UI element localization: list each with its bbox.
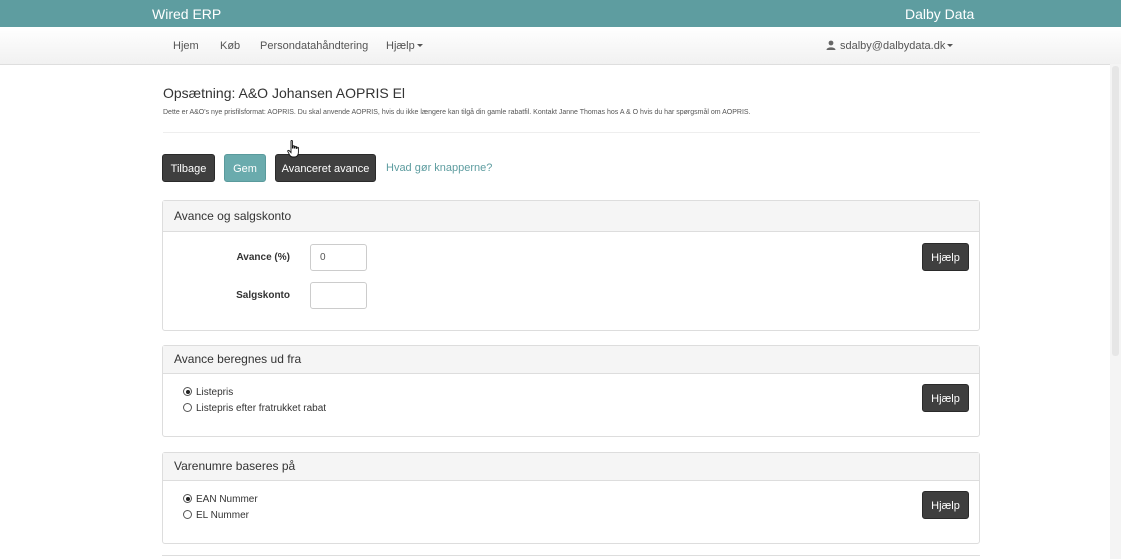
markup-input[interactable]: [310, 244, 367, 271]
radio-label: Listepris efter fratrukket rabat: [196, 403, 327, 414]
radio-el-number[interactable]: EL Nummer: [183, 510, 249, 521]
back-button[interactable]: Tilbage: [162, 154, 215, 182]
item-numbers-panel: Varenumre baseres på EAN Nummer EL Numme…: [162, 452, 980, 544]
advanced-markup-button[interactable]: Avanceret avance: [275, 154, 376, 182]
markup-basis-heading: Avance beregnes ud fra: [163, 346, 979, 374]
user-menu[interactable]: sdalby@dalbydata.dk: [826, 40, 954, 52]
item-numbers-help-button[interactable]: Hjælp: [922, 491, 969, 519]
item-numbers-heading: Varenumre baseres på: [163, 453, 979, 481]
page-description: Dette er A&O's nye prisfilsformat: AOPRI…: [163, 109, 751, 116]
markup-basis-help-button[interactable]: Hjælp: [922, 384, 969, 412]
save-button[interactable]: Gem: [224, 154, 266, 182]
sales-account-input[interactable]: [310, 282, 367, 309]
radio-button[interactable]: [183, 403, 192, 412]
company-name[interactable]: Dalby Data: [905, 6, 974, 22]
nav-item-purchase[interactable]: Køb: [220, 40, 240, 52]
user-icon: [826, 40, 836, 50]
divider: [163, 132, 980, 133]
hand-cursor-icon: [287, 140, 299, 158]
radio-ean-number[interactable]: EAN Nummer: [183, 494, 258, 505]
radio-button[interactable]: [183, 387, 192, 396]
nav-item-help[interactable]: Hjælp: [386, 40, 423, 52]
markup-basis-panel: Avance beregnes ud fra Listepris Listepr…: [162, 345, 980, 437]
radio-label: Listepris: [196, 387, 234, 398]
radio-list-price[interactable]: Listepris: [183, 387, 233, 398]
user-email: sdalby@dalbydata.dk: [840, 40, 946, 52]
main-navbar: Hjem Køb Persondatahåndtering Hjælp sdal…: [0, 27, 1121, 65]
nav-item-home[interactable]: Hjem: [173, 40, 199, 52]
markup-label: Avance (%): [236, 252, 290, 263]
app-topbar: Wired ERP Dalby Data: [0, 0, 1121, 27]
nav-item-help-label: Hjælp: [386, 40, 415, 52]
nav-item-gdpr[interactable]: Persondatahåndtering: [260, 40, 368, 52]
radio-list-price-after-discount[interactable]: Listepris efter fratrukket rabat: [183, 403, 326, 414]
radio-label: EAN Nummer: [196, 494, 258, 505]
sales-account-label: Salgskonto: [236, 290, 290, 301]
buttons-help-link[interactable]: Hvad gør knapperne?: [386, 162, 492, 174]
page-title: Opsætning: A&O Johansen AOPRIS El: [163, 85, 406, 101]
markup-panel-heading: Avance og salgskonto: [163, 201, 979, 232]
next-panel-edge: [162, 555, 980, 556]
markup-panel: Avance og salgskonto Avance (%) Salgskon…: [162, 200, 980, 331]
radio-label: EL Nummer: [196, 510, 249, 521]
chevron-down-icon: [416, 44, 423, 47]
radio-button[interactable]: [183, 510, 192, 519]
markup-help-button[interactable]: Hjælp: [922, 243, 969, 271]
scrollbar-thumb[interactable]: [1112, 66, 1119, 356]
radio-button[interactable]: [183, 494, 192, 503]
chevron-down-icon: [947, 44, 954, 47]
app-title[interactable]: Wired ERP: [152, 6, 221, 22]
